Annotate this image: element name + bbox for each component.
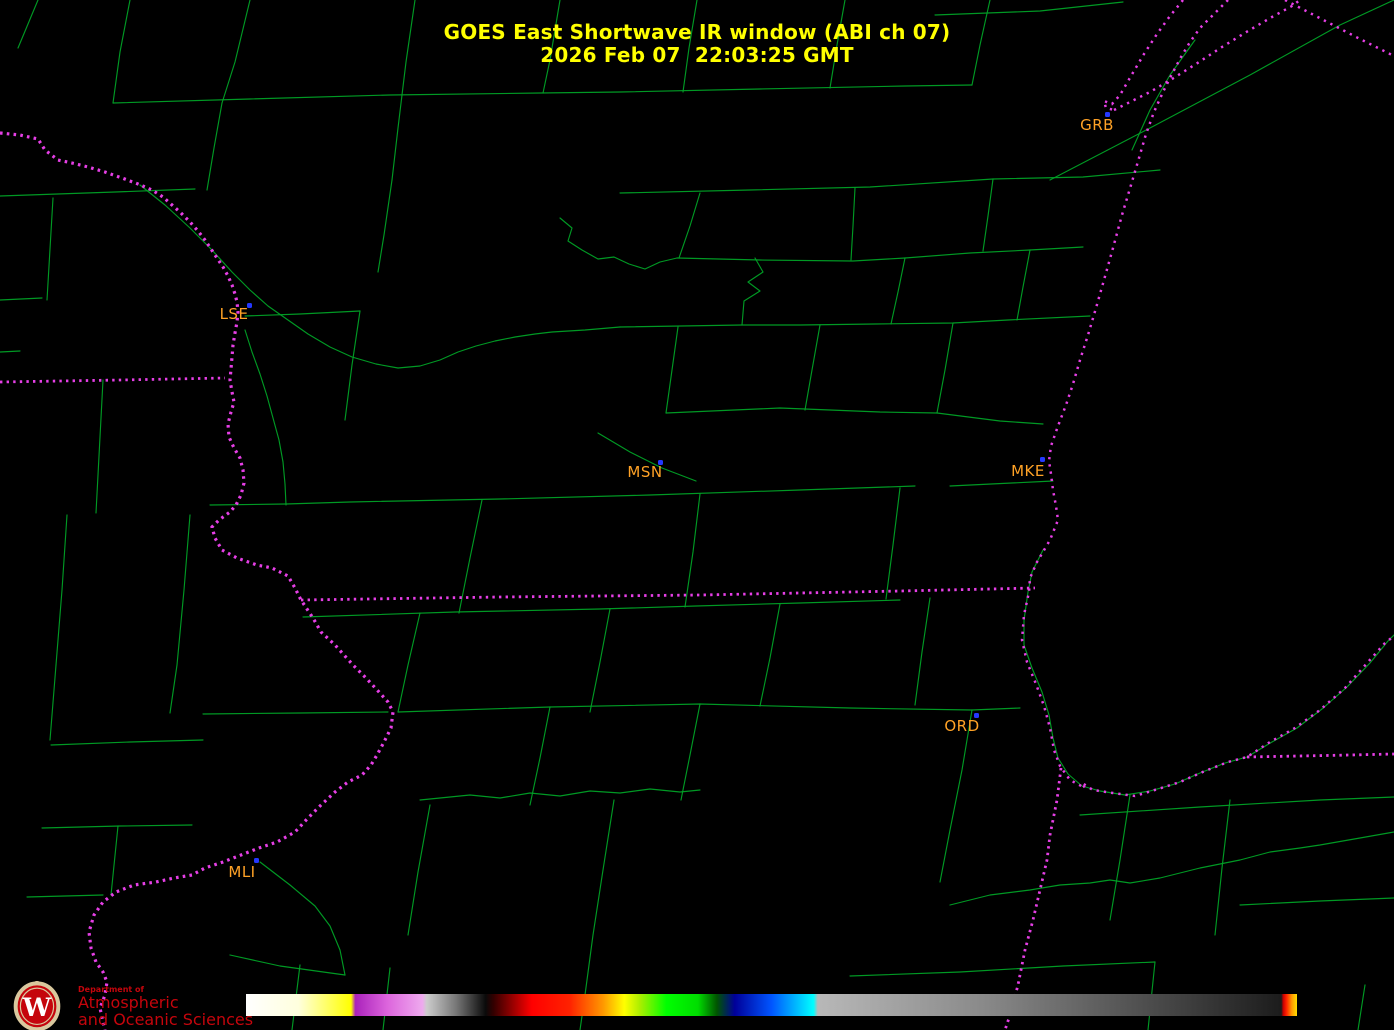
county-boundary-line: [685, 494, 700, 607]
county-boundary-line: [935, 2, 1123, 15]
county-boundary-line: [677, 247, 1083, 261]
county-boundary-line: [937, 323, 953, 413]
county-boundary-line: [666, 408, 1043, 424]
uw-crest-icon: W: [6, 981, 68, 1030]
county-boundary-line: [530, 707, 550, 805]
county-boundary-line: [666, 327, 678, 413]
county-boundary-line: [113, 85, 972, 103]
county-boundary-line: [42, 825, 192, 828]
county-boundary-line: [50, 665, 56, 740]
county-boundary-line: [950, 832, 1394, 905]
county-boundary-line: [203, 712, 388, 714]
crest-letter: W: [22, 992, 52, 1022]
map-overlay: [0, 0, 1394, 1030]
county-boundary-line: [303, 600, 900, 617]
county-boundary-line: [56, 515, 67, 665]
county-boundary-line: [1358, 985, 1365, 1030]
county-boundary-line: [408, 805, 430, 935]
satellite-map-canvas: GOES East Shortwave IR window (ABI ch 07…: [0, 0, 1394, 1030]
county-boundary-line: [207, 103, 222, 190]
county-boundary-line: [459, 500, 482, 613]
county-boundary-line: [51, 740, 203, 745]
county-boundary-line: [1240, 898, 1394, 905]
county-boundary-line: [245, 330, 286, 505]
county-boundary-line: [140, 185, 620, 368]
county-boundary-line: [983, 179, 993, 251]
state-border-line: [0, 133, 393, 1030]
county-boundary-line: [851, 188, 855, 260]
county-boundary-line: [850, 962, 1155, 976]
county-boundary-line: [0, 298, 42, 300]
county-boundary-line: [1024, 550, 1394, 795]
county-boundary-line: [681, 704, 700, 800]
county-boundary-line: [245, 311, 360, 316]
county-boundary-line: [230, 955, 345, 975]
county-boundary-line: [210, 486, 915, 505]
county-boundary-line: [590, 609, 610, 712]
logo-atmospheric: Atmospheric: [78, 994, 253, 1011]
logo-text-block: Department of Atmospheric and Oceanic Sc…: [78, 981, 253, 1028]
county-boundary-line: [620, 316, 1090, 327]
image-title-line1: GOES East Shortwave IR window (ABI ch 07…: [0, 21, 1394, 44]
county-boundary-line: [345, 311, 360, 420]
station-label-mli: MLI: [228, 863, 255, 881]
county-boundary-line: [915, 598, 930, 705]
county-boundary-line: [1017, 250, 1030, 320]
county-boundary-line: [1080, 797, 1394, 815]
county-boundary-line: [170, 515, 190, 713]
logo-oceanic-sciences: and Oceanic Sciences: [78, 1011, 253, 1028]
county-boundary-line: [111, 826, 118, 895]
county-boundary-line: [378, 180, 392, 272]
county-boundary-line: [398, 613, 420, 712]
state-border-line: [301, 588, 1035, 600]
county-boundary-line: [96, 380, 103, 513]
station-label-ord: ORD: [944, 717, 979, 735]
county-boundary-line: [260, 862, 345, 975]
uw-aos-logo: W Department of Atmospheric and Oceanic …: [6, 981, 253, 1030]
county-boundary-line: [1110, 795, 1130, 920]
state-border-line: [0, 378, 225, 382]
county-boundary-line: [560, 218, 677, 269]
color-scale-bar: [246, 994, 1297, 1016]
county-boundary-line: [805, 325, 820, 410]
station-label-grb: GRB: [1080, 116, 1114, 134]
county-boundary-line: [950, 481, 1053, 486]
county-boundaries-layer: [0, 0, 1394, 1030]
county-boundary-line: [679, 193, 700, 258]
county-boundary-line: [47, 198, 53, 300]
station-label-lse: LSE: [220, 305, 249, 323]
county-boundary-line: [420, 789, 700, 800]
image-title-line2: 2026 Feb 07 22:03:25 GMT: [0, 44, 1394, 67]
county-boundary-line: [620, 170, 1160, 193]
state-border-line: [1022, 0, 1394, 796]
county-boundary-line: [742, 258, 763, 325]
county-boundary-line: [1215, 800, 1230, 935]
county-boundary-line: [0, 351, 20, 352]
county-boundary-line: [940, 710, 972, 882]
station-label-mke: MKE: [1011, 462, 1045, 480]
county-boundary-line: [398, 704, 1020, 712]
state-border-line: [1247, 754, 1394, 757]
station-label-msn: MSN: [627, 463, 662, 481]
county-boundary-line: [760, 604, 780, 706]
county-boundary-line: [891, 258, 905, 324]
state-border-line: [1005, 768, 1061, 1030]
county-boundary-line: [0, 189, 195, 196]
county-boundary-line: [886, 488, 900, 599]
county-boundary-line: [27, 895, 103, 897]
